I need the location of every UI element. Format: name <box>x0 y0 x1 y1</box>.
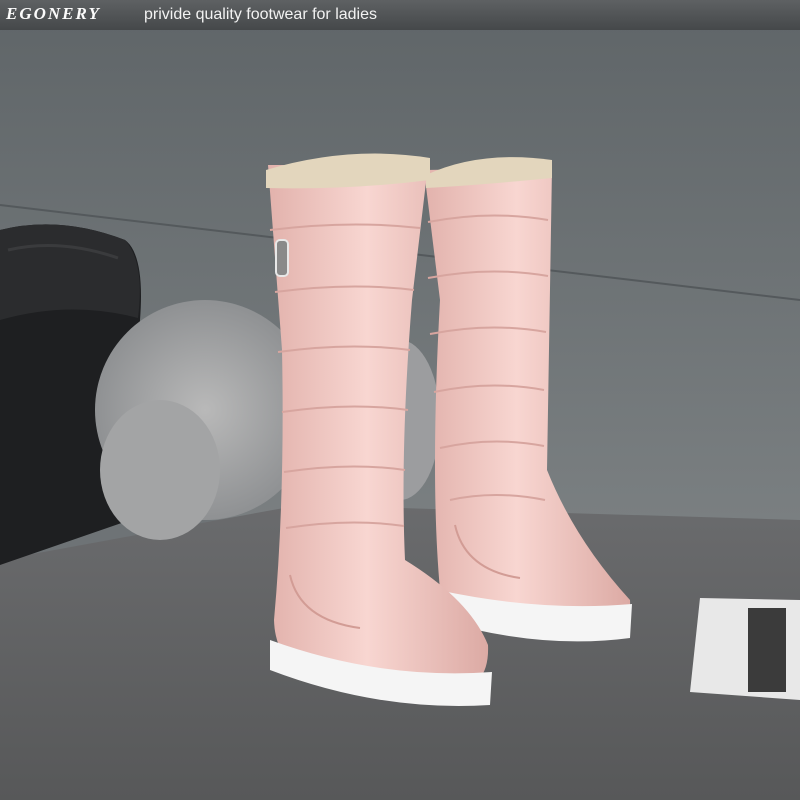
buckle <box>275 239 289 277</box>
brand-banner: EGONERY privide quality footwear for lad… <box>0 0 800 30</box>
magazine <box>690 598 800 700</box>
product-photo <box>0 0 800 800</box>
brand-name: EGONERY <box>6 4 101 23</box>
brand-tagline: privide quality footwear for ladies <box>144 6 378 23</box>
